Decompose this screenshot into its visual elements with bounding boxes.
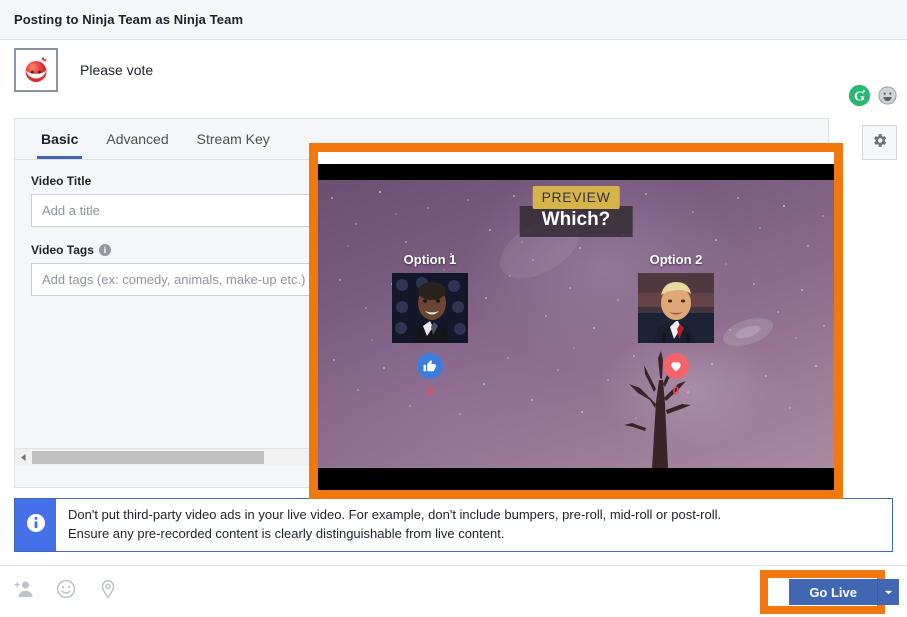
video-player[interactable]: PREVIEW Which? Option 1 0 Option 2 0 [318,164,834,490]
obama-photo [392,273,468,343]
composer-status-text: Please vote [80,62,154,78]
notice-icon-area [15,499,56,551]
video-preview-highlight: PREVIEW Which? Option 1 0 Option 2 0 [309,143,843,499]
option-1-count: 0 [426,384,434,398]
go-live-button-group: Go Live [789,579,899,605]
notice-text: Don't put third-party video ads in your … [56,499,733,551]
video-tags-label-text: Video Tags [31,243,94,257]
footer-icon-group [14,579,118,604]
trump-photo [638,273,714,343]
composer-footer: Go Live [0,565,907,617]
tag-person-icon[interactable] [14,579,34,604]
arrow-left-icon[interactable] [15,449,32,466]
gear-icon [871,132,888,154]
preview-badge: PREVIEW [532,186,620,209]
live-composer-dialog: Posting to Ninja Team as Ninja Team Plea… [0,0,907,617]
poll-option-2[interactable]: Option 2 0 [616,252,736,398]
go-live-button[interactable]: Go Live [789,579,877,605]
green-g-refresh-icon[interactable]: G [849,85,870,106]
info-icon[interactable]: i [98,244,111,256]
option-2-label: Option 2 [649,252,703,267]
smiley-icon[interactable] [878,86,897,105]
option-2-count: 0 [672,384,680,398]
chevron-down-icon [884,585,893,600]
video-preview-inner: PREVIEW Which? Option 1 0 Option 2 0 [318,152,834,490]
heart-icon[interactable] [663,353,689,379]
policy-notice: Don't put third-party video ads in your … [14,498,893,552]
dialog-titlebar: Posting to Ninja Team as Ninja Team [0,0,907,40]
preview-title-block: PREVIEW Which? [519,186,633,237]
avatar [14,48,58,92]
scrollbar-thumb[interactable] [32,450,264,464]
composer-header-icons: G [849,85,897,106]
smiley-icon[interactable] [56,579,76,604]
info-icon [26,513,46,538]
poll-question: Which? [519,206,633,237]
composer-row: Please vote [0,40,907,92]
go-live-dropdown-button[interactable] [877,579,899,605]
ninja-mask-avatar-icon [21,55,51,85]
notice-line-1: Don't put third-party video ads in your … [68,507,722,522]
page-title: Posting to Ninja Team as Ninja Team [14,12,244,27]
location-pin-icon[interactable] [98,579,118,604]
option-1-label: Option 1 [403,252,457,267]
tab-basic[interactable]: Basic [27,119,92,159]
tab-stream-key[interactable]: Stream Key [183,119,284,159]
settings-button[interactable] [862,125,897,160]
notice-line-2: Ensure any pre-recorded content is clear… [68,525,505,541]
tab-advanced[interactable]: Advanced [92,119,182,159]
poll-option-1[interactable]: Option 1 0 [370,252,490,398]
thumbs-up-icon[interactable] [417,353,443,379]
video-canvas: PREVIEW Which? Option 1 0 Option 2 0 [318,180,834,468]
